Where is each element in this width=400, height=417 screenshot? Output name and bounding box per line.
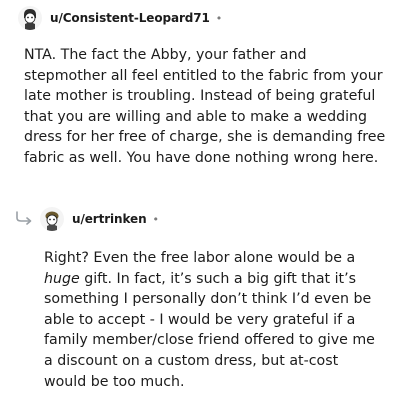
avatar[interactable] bbox=[18, 6, 42, 30]
avatar[interactable] bbox=[40, 207, 64, 231]
comment-text-part: Right? Even the free labor alone would b… bbox=[44, 250, 356, 266]
separator-dot: • bbox=[215, 11, 223, 25]
username[interactable]: u/ertrinken bbox=[72, 212, 147, 226]
comment-body: Right? Even the free labor alone would b… bbox=[44, 248, 382, 392]
comment-body: NTA. The fact the Abby, your father and … bbox=[24, 45, 386, 169]
separator-dot: • bbox=[152, 212, 160, 226]
comment-header-2: u/ertrinken • bbox=[40, 207, 159, 231]
reply-arrow-icon bbox=[16, 211, 32, 225]
snoo-avatar-icon bbox=[24, 9, 36, 30]
comment-header-1: u/Consistent-Leopard71 • bbox=[18, 6, 222, 30]
comment-text: NTA. The fact the Abby, your father and … bbox=[24, 47, 386, 166]
emphasized-text: huge bbox=[44, 270, 80, 287]
comment-text-part: gift. In fact, it’s such a big gift that… bbox=[44, 270, 375, 390]
username[interactable]: u/Consistent-Leopard71 bbox=[50, 11, 210, 25]
comment-text: Right? Even the free labor alone would b… bbox=[44, 248, 382, 392]
snoo-avatar-icon bbox=[45, 211, 59, 231]
